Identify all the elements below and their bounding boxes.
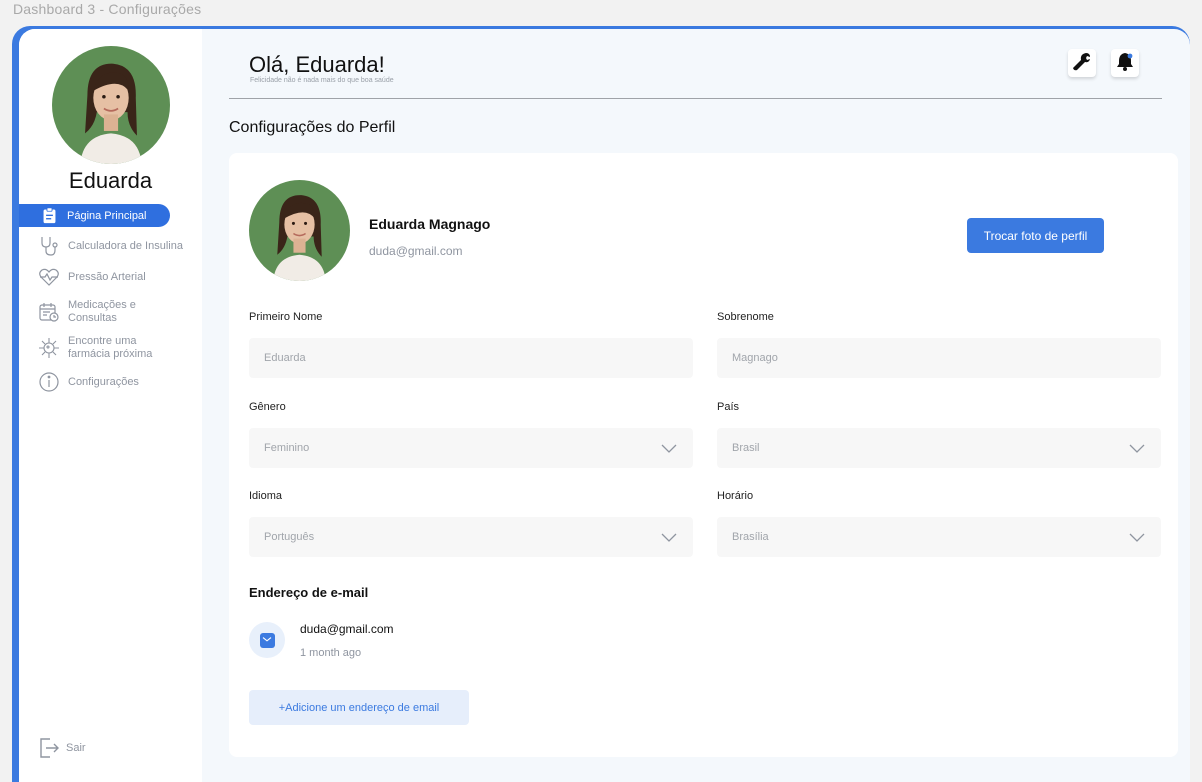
mail-badge	[249, 622, 285, 658]
app: Eduarda Página Principal Calculadora de …	[19, 29, 1190, 782]
sidebar-item-label: Encontre uma farmácia próxima	[68, 335, 153, 360]
email-address: duda@gmail.com	[300, 622, 394, 636]
stethoscope-icon	[38, 235, 60, 257]
sidebar-item-medicacoes[interactable]: Medicações e Consultas	[38, 299, 153, 325]
sidebar-item-pagina-principal[interactable]: Página Principal	[19, 204, 170, 227]
avatar-image	[249, 180, 350, 281]
calendar-clock-icon	[38, 301, 60, 323]
window-title: Dashboard 3 - Configurações	[13, 1, 202, 17]
header-divider	[229, 98, 1162, 99]
country-value: Brasil	[732, 442, 760, 454]
sidebar-item-label: Página Principal	[67, 209, 147, 222]
user-name: Eduarda	[68, 168, 153, 193]
bell-icon	[1115, 51, 1135, 76]
greeting: Olá, Eduarda!	[249, 52, 385, 77]
timezone-value: Brasília	[732, 531, 769, 543]
sidebar-item-configuracoes[interactable]: Configurações	[38, 371, 139, 393]
chevron-down-icon	[661, 444, 677, 453]
avatar-image	[52, 46, 170, 164]
mail-icon	[259, 632, 275, 648]
email-timestamp: 1 month ago	[300, 647, 362, 659]
language-label: Idioma	[249, 490, 283, 502]
sidebar-item-label: Calculadora de Insulina	[68, 239, 183, 252]
gender-label: Gênero	[249, 401, 286, 413]
bell-button[interactable]	[1111, 49, 1139, 77]
wrench-button[interactable]	[1068, 49, 1096, 77]
language-value: Português	[264, 531, 315, 543]
logout-icon	[38, 737, 60, 759]
country-label: País	[717, 401, 740, 413]
logout-label: Sair	[66, 742, 86, 754]
language-select[interactable]: Português	[249, 517, 693, 557]
country-select[interactable]: Brasil	[717, 428, 1161, 468]
gender-value: Feminino	[264, 442, 310, 454]
sidebar-item-pressao[interactable]: Pressão Arterial	[38, 266, 146, 288]
wrench-icon	[1072, 51, 1092, 76]
timezone-label: Horário	[717, 490, 754, 502]
email-section-title: Endereço de e-mail	[249, 585, 369, 600]
avatar[interactable]	[52, 46, 170, 164]
sidebar-item-label: Medicações e Consultas	[68, 299, 136, 324]
logout-button[interactable]: Sair	[38, 737, 86, 759]
app-frame: Eduarda Página Principal Calculadora de …	[12, 26, 1190, 782]
timezone-select[interactable]: Brasília	[717, 517, 1161, 557]
first-name-label: Primeiro Nome	[249, 311, 323, 323]
tagline: Felicidade não é nada mais do que boa sa…	[250, 77, 394, 84]
last-name-field[interactable]: Magnago	[717, 338, 1161, 378]
virus-icon	[38, 337, 60, 359]
add-email-button[interactable]: +Adicione um endereço de email	[249, 690, 469, 725]
chevron-down-icon	[1129, 533, 1145, 542]
chevron-down-icon	[661, 533, 677, 542]
first-name-field[interactable]: Eduarda	[249, 338, 693, 378]
sidebar-item-farmacia[interactable]: Encontre uma farmácia próxima	[38, 335, 163, 361]
section-title: Configurações do Perfil	[229, 119, 396, 136]
chevron-down-icon	[1129, 444, 1145, 453]
profile-email: duda@gmail.com	[369, 244, 463, 258]
sidebar: Eduarda Página Principal Calculadora de …	[19, 29, 202, 782]
profile-full-name: Eduarda Magnago	[369, 216, 491, 232]
sidebar-item-label: Pressão Arterial	[68, 270, 146, 283]
change-photo-button[interactable]: Trocar foto de perfil	[967, 218, 1104, 253]
sidebar-item-calculadora[interactable]: Calculadora de Insulina	[38, 235, 183, 257]
main-content: Olá, Eduarda! Felicidade não é nada mais…	[202, 29, 1190, 782]
clipboard-icon	[41, 207, 58, 224]
sidebar-item-label: Configurações	[68, 375, 139, 388]
heart-pulse-icon	[38, 266, 60, 288]
profile-card: Eduarda Magnago duda@gmail.com Trocar fo…	[229, 153, 1178, 757]
info-icon	[38, 371, 60, 393]
profile-avatar	[249, 180, 350, 281]
last-name-label: Sobrenome	[717, 311, 774, 323]
gender-select[interactable]: Feminino	[249, 428, 693, 468]
